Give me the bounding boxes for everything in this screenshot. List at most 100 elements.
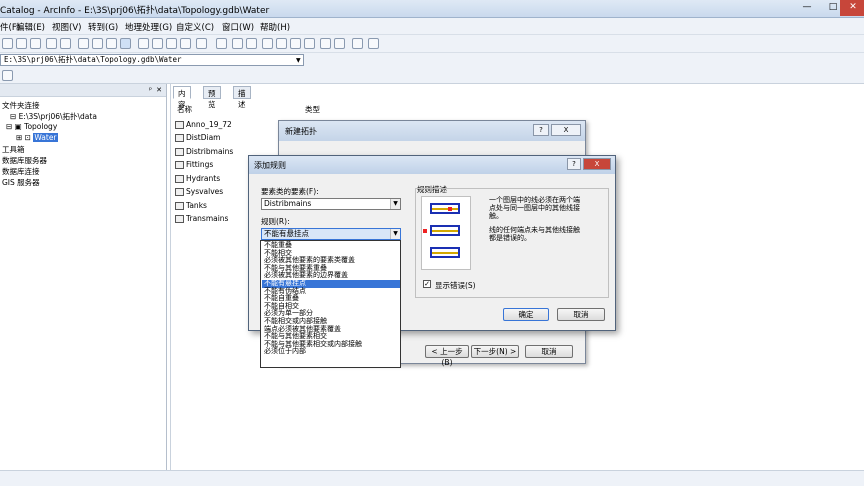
pin-icon[interactable]: ᵖ [149,86,152,94]
large-icons-icon[interactable] [78,38,89,49]
item-label: Anno_19_72 [186,120,232,129]
tree-folder-connections[interactable]: 文件夹连接 [2,100,40,111]
secondary-toolbar [0,68,864,84]
toolbox-icon[interactable] [166,38,177,49]
rule-preview-image [421,196,471,270]
forward-arrow-icon[interactable] [334,38,345,49]
close-window-icon[interactable]: ✕ [840,0,864,16]
rule-option[interactable]: 必须位于内部 [262,348,400,356]
open-folder-icon[interactable] [2,38,13,49]
tab-description[interactable]: 描述 [233,86,251,109]
list-item[interactable]: Anno_19_72 [175,120,232,129]
preview-error-dot [448,207,452,211]
menu-customize[interactable]: 自定义(C) [176,21,214,33]
thumbnails-icon[interactable] [120,38,131,49]
rule-value: 不能有悬挂点 [264,229,309,238]
list-view-icon[interactable] [92,38,103,49]
preview-line [432,230,458,232]
full-extent-icon[interactable] [304,38,315,49]
help-icon[interactable]: ? [533,124,549,136]
back-button[interactable]: < 上一步(B) [425,345,469,367]
help-icon[interactable]: ? [567,158,581,170]
show-errors-label: 显示错误(S) [435,281,476,290]
tree-water-dataset[interactable]: ⊞ ⊡ Water [16,133,58,142]
search-icon[interactable] [152,38,163,49]
whats-this-icon[interactable] [232,38,243,49]
list-item[interactable]: Distribmains [175,147,233,156]
tree-database-connections[interactable]: 数据库连接 [2,166,40,177]
cancel-button[interactable]: 取消 [557,308,605,321]
menu-geoprocessing[interactable]: 地理处理(G) [125,21,172,33]
cut-icon[interactable] [46,38,57,49]
annotation-icon [175,120,184,129]
tree-topology-label: Topology [24,122,58,131]
feature-class-value: Distribmains [264,199,312,208]
column-name-header[interactable]: 名称 [177,104,192,115]
ok-button[interactable]: 确定 [503,308,549,321]
menu-help[interactable]: 帮助(H) [260,21,290,33]
description-line: 点处与同一图层中的其他线接 [489,204,580,212]
rule-label: 规则(R): [261,217,290,226]
item-label: Fittings [186,160,214,169]
tab-contents[interactable]: 内容 [173,86,191,109]
paste-icon[interactable] [30,38,41,49]
dimension-icon [175,133,184,142]
tab-preview[interactable]: 预览 [203,86,221,109]
pointer-icon[interactable] [246,38,257,49]
back-arrow-icon[interactable] [320,38,331,49]
title-bar: Catalog - ArcInfo - E:\3S\prj06\拓扑\data\… [0,0,864,18]
tree-database-servers[interactable]: 数据库服务器 [2,155,47,166]
zoom-in-icon[interactable] [262,38,273,49]
location-bar: E:\3S\prj06\拓扑\data\Topology.gdb\Water ▼ [0,53,864,68]
item-label: DistDiam [186,133,221,142]
list-item[interactable]: Sysvalves [175,187,223,196]
delete-icon[interactable] [60,38,71,49]
details-view-icon[interactable] [106,38,117,49]
catalog-icon[interactable] [180,38,191,49]
item-label: Transmains [186,214,229,223]
copy-icon[interactable] [16,38,27,49]
preview-line [432,252,458,254]
close-icon[interactable]: X [583,158,611,170]
python-icon[interactable] [196,38,207,49]
list-item[interactable]: Tanks [175,201,207,210]
menu-window[interactable]: 窗口(W) [222,21,254,33]
location-input[interactable]: E:\3S\prj06\拓扑\data\Topology.gdb\Water [0,54,304,66]
globe-icon[interactable] [138,38,149,49]
item-label: Hydrants [186,174,221,183]
tree-gis-servers[interactable]: GIS 服务器 [2,177,40,188]
column-type-header[interactable]: 类型 [305,104,320,115]
point-feature-icon [175,174,184,183]
create-thumbnail-icon[interactable] [368,38,379,49]
minimize-icon[interactable]: — [794,0,820,16]
chevron-down-icon[interactable]: ▼ [390,229,400,239]
menu-view[interactable]: 视图(V) [52,21,81,33]
catalog-tree-panel: ᵖ ✕ 文件夹连接 ⊟ E:\3S\prj06\拓扑\data ⊟ ▣ Topo… [0,84,167,470]
close-icon[interactable]: X [551,124,581,136]
menu-goto[interactable]: 转到(G) [88,21,118,33]
connect-folder-icon[interactable] [216,38,227,49]
identify-icon[interactable] [352,38,363,49]
chevron-down-icon[interactable]: ▼ [390,199,400,209]
cancel-button[interactable]: 取消 [525,345,573,358]
list-item[interactable]: Hydrants [175,174,220,183]
next-button[interactable]: 下一步(N) > [471,345,519,358]
chevron-down-icon[interactable]: ▼ [296,57,301,64]
feature-class-select[interactable]: Distribmains ▼ [261,198,401,210]
menu-edit[interactable]: 编辑(E) [16,21,45,33]
list-item[interactable]: DistDiam [175,133,220,142]
rule-description-text: 一个图层中的线必须在两个端 点处与同一图层中的其他线接 触。 [489,196,580,220]
show-errors-checkbox[interactable]: ✓ [423,280,431,288]
zoom-out-icon[interactable] [276,38,287,49]
list-item[interactable]: Transmains [175,214,228,223]
rule-description-text-2: 线的任何端点未与其他线接触 都是错误的。 [489,226,580,242]
tree-toolboxes[interactable]: 工具箱 [2,144,25,155]
rule-select[interactable]: 不能有悬挂点 ▼ [261,228,401,240]
connect-icon[interactable] [2,70,13,81]
pan-icon[interactable] [290,38,301,49]
close-icon[interactable]: ✕ [156,86,162,94]
list-item[interactable]: Fittings [175,160,213,169]
tree-topology-gdb[interactable]: ⊟ ▣ Topology [6,122,57,131]
item-label: Tanks [186,201,207,210]
tree-data-folder[interactable]: ⊟ E:\3S\prj06\拓扑\data [10,111,97,122]
